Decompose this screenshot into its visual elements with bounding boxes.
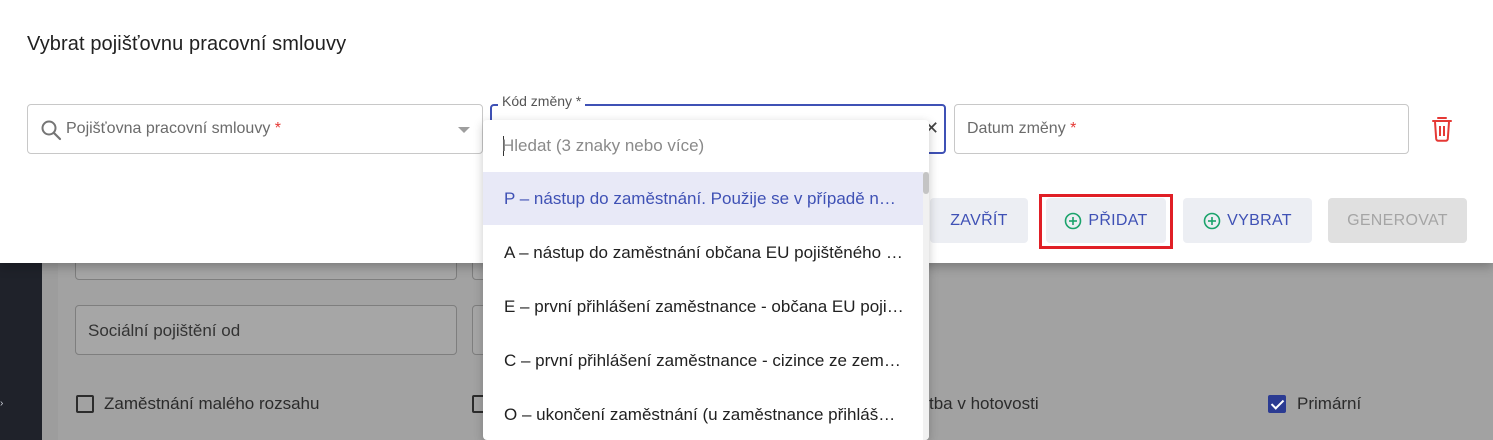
sidebar-marker: › <box>0 398 4 409</box>
generate-button-label: GENEROVAT <box>1347 211 1448 229</box>
dropdown-option-label: A – nástup do zaměstnání občana EU pojiš… <box>504 242 904 262</box>
small-scale-employment-label: Zaměstnání malého rozsahu <box>104 394 320 413</box>
dropdown-option[interactable]: O – ukončení zaměstnání (u zaměstnance p… <box>483 388 923 440</box>
change-code-legend: Kód změny * <box>498 93 586 109</box>
close-button[interactable]: ZAVŘÍT <box>930 198 1028 243</box>
search-icon <box>41 120 62 141</box>
add-button-highlight <box>1039 194 1173 249</box>
small-scale-employment-checkbox[interactable] <box>76 395 94 413</box>
dropdown-scroll-thumb[interactable] <box>923 172 929 194</box>
generate-button: GENEROVAT <box>1328 198 1467 243</box>
cash-payment-label: tba v hotovosti <box>929 394 1039 413</box>
dropdown-scrollbar[interactable] <box>923 172 929 440</box>
dropdown-option-label: O – ukončení zaměstnání (u zaměstnance p… <box>504 404 904 424</box>
close-button-label: ZAVŘÍT <box>950 211 1008 229</box>
insurer-label: Pojišťovna pracovní smlouvy * <box>66 120 281 137</box>
dropdown-option[interactable]: P – nástup do zaměstnání. Použije se v p… <box>483 172 923 225</box>
change-date-label: Datum změny * <box>967 120 1077 137</box>
social-insurance-from-field[interactable]: Sociální pojištění od <box>75 305 457 355</box>
change-date-field[interactable]: Datum změny * <box>954 104 1409 154</box>
dropdown-option[interactable]: C – první přihlášení zaměstnance - cizin… <box>483 334 923 387</box>
select-button[interactable]: VYBRAT <box>1183 198 1312 243</box>
social-insurance-from-label: Sociální pojištění od <box>88 321 241 340</box>
dropdown-option-label: E – první přihlášení zaměstnance - občan… <box>504 296 904 316</box>
primary-checkbox[interactable] <box>1268 395 1286 413</box>
dropdown-search[interactable]: Hledat (3 znaky nebo více) <box>483 120 923 172</box>
insurer-select[interactable]: Pojišťovna pracovní smlouvy * <box>27 104 483 154</box>
plus-circle-icon <box>1203 212 1221 229</box>
primary-label: Primární <box>1297 394 1362 413</box>
dropdown-option-label: P – nástup do zaměstnání. Použije se v p… <box>504 188 904 208</box>
trash-icon[interactable] <box>1430 116 1454 142</box>
caret-down-icon[interactable] <box>458 127 470 133</box>
dropdown-option-label: C – první přihlášení zaměstnance - cizin… <box>504 350 904 370</box>
dropdown-search-placeholder: Hledat (3 znaky nebo více) <box>502 136 705 155</box>
dropdown-option[interactable]: A – nástup do zaměstnání občana EU pojiš… <box>483 226 923 279</box>
select-button-label: VYBRAT <box>1227 211 1292 229</box>
dropdown-option[interactable]: E – první přihlášení zaměstnance - občan… <box>483 280 923 333</box>
dialog-title: Vybrat pojišťovnu pracovní smlouvy <box>27 33 347 55</box>
change-code-dropdown: Hledat (3 znaky nebo více) P – nástup do… <box>483 120 929 440</box>
